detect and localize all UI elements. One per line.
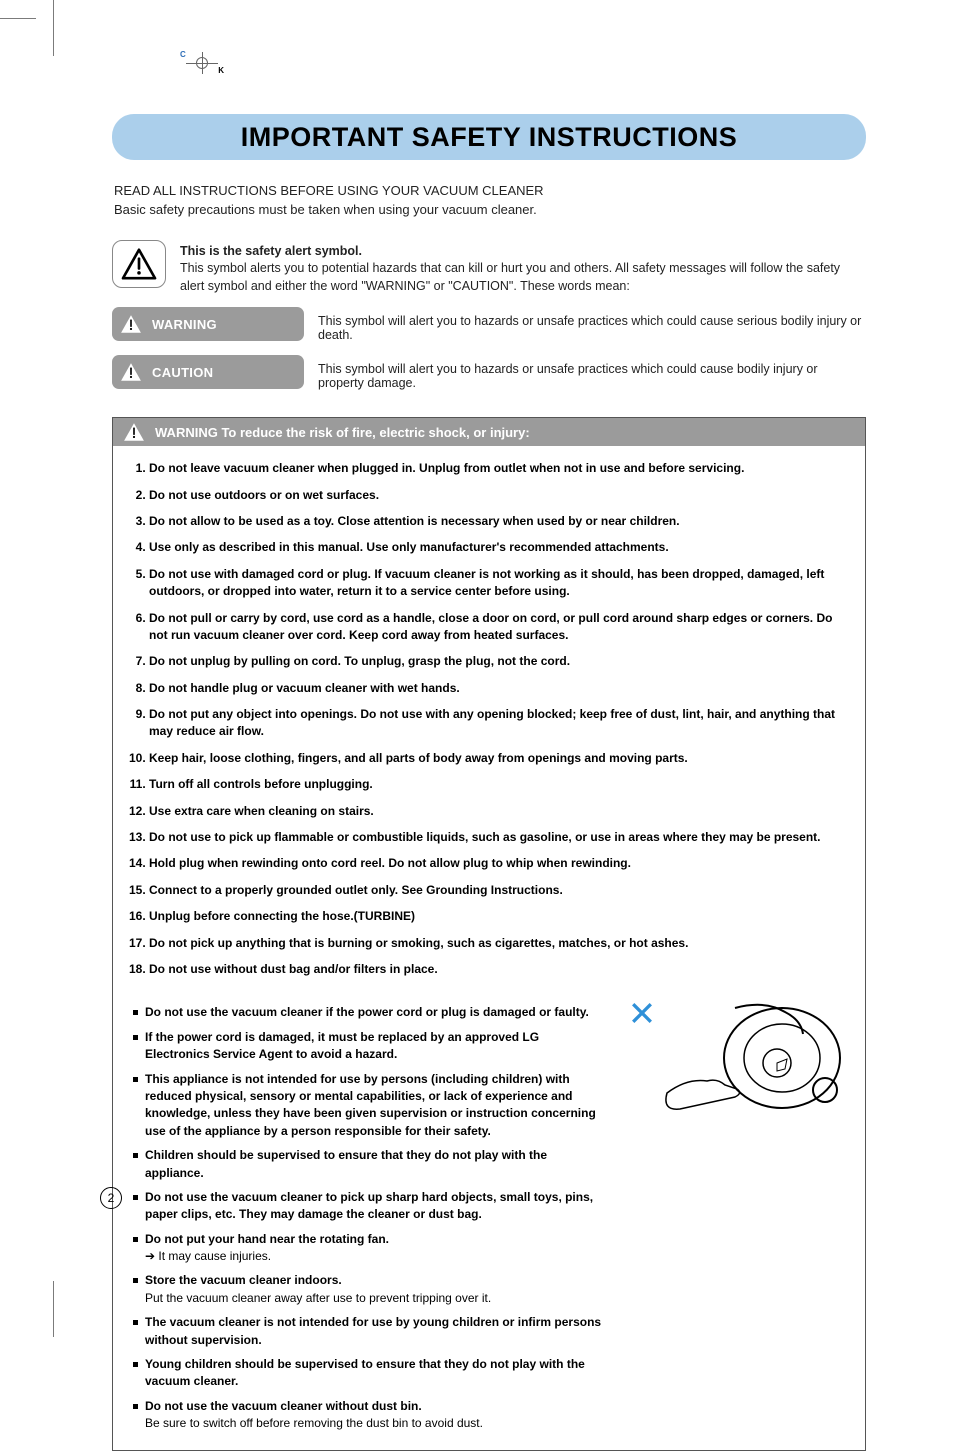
list-item: Use extra care when cleaning on stairs.	[149, 803, 847, 820]
list-item: Do not use the vacuum cleaner without du…	[133, 1398, 603, 1433]
panel-header-text: WARNING To reduce the risk of fire, elec…	[155, 425, 530, 440]
caution-label: CAUTION	[152, 365, 213, 380]
list-item: This appliance is not intended for use b…	[133, 1071, 603, 1141]
bullet-instructions: Do not use the vacuum cleaner if the pow…	[133, 1004, 603, 1432]
list-item: Do not handle plug or vacuum cleaner wit…	[149, 680, 847, 697]
reg-c: C	[180, 50, 186, 59]
registration-mark: C K	[180, 52, 224, 74]
caution-badge: CAUTION	[112, 355, 304, 389]
list-item: Store the vacuum cleaner indoors.Put the…	[133, 1272, 603, 1307]
warning-label: WARNING	[152, 317, 217, 332]
caution-desc: This symbol will alert you to hazards or…	[318, 355, 866, 390]
alert-triangle-icon	[120, 362, 142, 382]
list-item: Children should be supervised to ensure …	[133, 1147, 603, 1182]
list-item: Do not use the vacuum cleaner if the pow…	[133, 1004, 603, 1021]
reg-k: K	[218, 66, 224, 75]
panel-header: WARNING To reduce the risk of fire, elec…	[113, 418, 865, 446]
numbered-instructions: Do not leave vacuum cleaner when plugged…	[131, 460, 847, 978]
list-item: Do not pull or carry by cord, use cord a…	[149, 610, 847, 645]
alert-triangle-icon	[123, 422, 145, 442]
page-title: IMPORTANT SAFETY INSTRUCTIONS	[241, 122, 738, 153]
list-item: The vacuum cleaner is not intended for u…	[133, 1314, 603, 1349]
alert-symbol-box	[112, 240, 166, 288]
list-item: Do not unplug by pulling on cord. To unp…	[149, 653, 847, 670]
list-item: Do not use with damaged cord or plug. If…	[149, 566, 847, 601]
list-item: Unplug before connecting the hose.(TURBI…	[149, 908, 847, 925]
list-item: Keep hair, loose clothing, fingers, and …	[149, 750, 847, 767]
vacuum-illustration	[627, 998, 847, 1118]
alert-symbol-definition: This is the safety alert symbol. This sy…	[180, 240, 866, 296]
intro-text: READ ALL INSTRUCTIONS BEFORE USING YOUR …	[114, 182, 864, 220]
list-item: Use only as described in this manual. Us…	[149, 539, 847, 556]
list-item: Young children should be supervised to e…	[133, 1356, 603, 1391]
list-item: Do not allow to be used as a toy. Close …	[149, 513, 847, 530]
list-item: Do not leave vacuum cleaner when plugged…	[149, 460, 847, 477]
list-item: Hold plug when rewinding onto cord reel.…	[149, 855, 847, 872]
list-item: Do not use to pick up flammable or combu…	[149, 829, 847, 846]
list-item: Turn off all controls before unplugging.	[149, 776, 847, 793]
alert-triangle-icon	[120, 314, 142, 334]
list-item: Do not use outdoors or on wet surfaces.	[149, 487, 847, 504]
list-item: Do not use without dust bag and/or filte…	[149, 961, 847, 978]
warning-panel: WARNING To reduce the risk of fire, elec…	[112, 417, 866, 1450]
list-item: Do not put any object into openings. Do …	[149, 706, 847, 741]
illustration-no-hand-near-fan	[627, 998, 847, 1118]
warning-badge: WARNING	[112, 307, 304, 341]
crop-mark	[53, 1281, 54, 1337]
list-item: Do not pick up anything that is burning …	[149, 935, 847, 952]
list-item: Connect to a properly grounded outlet on…	[149, 882, 847, 899]
crop-mark	[0, 18, 36, 19]
x-icon	[631, 1002, 653, 1024]
crop-mark	[53, 0, 54, 56]
list-item: Do not put your hand near the rotating f…	[133, 1231, 603, 1266]
list-item: Do not use the vacuum cleaner to pick up…	[133, 1189, 603, 1224]
page-number: 2	[100, 1187, 122, 1209]
alert-triangle-icon	[121, 248, 157, 280]
page-title-bar: IMPORTANT SAFETY INSTRUCTIONS	[112, 114, 866, 160]
warning-desc: This symbol will alert you to hazards or…	[318, 307, 866, 342]
list-item: If the power cord is damaged, it must be…	[133, 1029, 603, 1064]
